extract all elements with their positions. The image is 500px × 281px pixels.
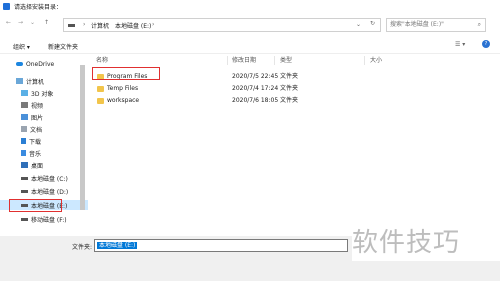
window-title: 请选择安装目录：: [14, 4, 63, 11]
drive-icon: [21, 189, 28, 193]
folder-name-value: 本地磁盘 (E:): [97, 242, 138, 249]
column-header-date[interactable]: 修改日期: [232, 55, 256, 66]
drive-icon: [68, 24, 75, 27]
command-toolbar: 组织 ▾ 新建文件夹 ☰ ▾ ?: [0, 37, 500, 54]
sidebar-item-label: 图片: [31, 114, 44, 122]
sidebar-item-computer[interactable]: 计算机: [0, 76, 88, 86]
file-type: 文件夹: [280, 73, 299, 80]
column-header-type[interactable]: 类型: [280, 55, 292, 66]
sidebar-item-label: 3D 对象: [31, 90, 54, 98]
recent-chevron-icon[interactable]: ⌄: [30, 19, 35, 26]
folder-picker-dialog: 请选择安装目录： ← → ⌄ ↑ › 计算机 › 本地磁盘 (E:) › ⌄ ↻…: [0, 0, 500, 281]
file-name-cell: workspace: [97, 95, 139, 106]
table-row[interactable]: Temp Files 2020/7/4 17:24 文件夹: [88, 83, 488, 94]
breadcrumb-separator: ›: [83, 21, 86, 28]
new-folder-button[interactable]: 新建文件夹: [48, 42, 78, 51]
sidebar-item-label: 下载: [29, 138, 42, 146]
cube-icon: [21, 90, 28, 96]
address-field[interactable]: › 计算机 › 本地磁盘 (E:) › ⌄ ↻: [63, 18, 381, 32]
document-icon: [21, 126, 27, 132]
refresh-icon[interactable]: ↻: [370, 20, 375, 27]
sidebar-item-label: 本地磁盘 (D:): [31, 188, 69, 196]
drive-icon: [21, 217, 28, 221]
file-date: 2020/7/5 22:45: [232, 73, 279, 80]
sidebar-item-documents[interactable]: 文档: [0, 124, 88, 134]
folder-icon: [97, 85, 104, 92]
table-row[interactable]: workspace 2020/7/6 18:05 文件夹: [88, 95, 488, 106]
folder-name-input[interactable]: 本地磁盘 (E:): [94, 239, 348, 252]
video-icon: [21, 102, 28, 108]
program-files-highlight: [92, 67, 160, 80]
sidebar-item-label: 视频: [31, 102, 44, 110]
sidebar-item-label: 计算机: [26, 78, 45, 86]
sidebar-item-label: 桌面: [31, 162, 44, 170]
sidebar-item-music[interactable]: 音乐: [0, 148, 88, 158]
sidebar-item-onedrive[interactable]: OneDrive: [0, 59, 88, 69]
breadcrumb-separator: ›: [152, 21, 155, 28]
file-list: 名称 修改日期 类型 大小 Program Files 2020/7/5 22:…: [88, 55, 488, 236]
forward-arrow-icon[interactable]: →: [18, 19, 23, 26]
download-icon: [21, 138, 26, 144]
filename-label: 文件夹:: [72, 244, 93, 251]
picture-icon: [21, 114, 28, 120]
folder-icon: [97, 97, 104, 104]
sidebar-item-downloads[interactable]: 下载: [0, 136, 88, 146]
sidebar-item-label: 文档: [30, 126, 43, 134]
sidebar-item-pictures[interactable]: 图片: [0, 112, 88, 122]
sidebar-item-label: 本地磁盘 (C:): [31, 175, 68, 183]
desktop-icon: [21, 162, 28, 168]
cloud-icon: [16, 62, 23, 66]
watermark-text: 软件技巧: [352, 226, 500, 261]
sidebar-item-label: 移动磁盘 (F:): [31, 216, 67, 224]
file-name: Temp Files: [107, 85, 139, 92]
view-options-icon[interactable]: ☰ ▾: [455, 41, 465, 48]
sidebar-item-label: 音乐: [29, 150, 42, 158]
help-icon[interactable]: ?: [482, 40, 490, 48]
breadcrumb-drive-e[interactable]: 本地磁盘 (E:): [115, 21, 151, 30]
file-name-cell: Temp Files: [97, 83, 138, 94]
search-icon: ⌕: [477, 21, 481, 28]
column-divider: [364, 56, 365, 65]
music-icon: [21, 150, 26, 156]
address-dropdown-icon[interactable]: ⌄: [356, 21, 361, 28]
sidebar-item-videos[interactable]: 视频: [0, 100, 88, 110]
sidebar-item-drive-c[interactable]: 本地磁盘 (C:): [0, 173, 88, 183]
file-date: 2020/7/6 18:05: [232, 97, 279, 104]
sidebar-drive-e-highlight: [9, 199, 62, 212]
back-arrow-icon[interactable]: ←: [6, 19, 11, 26]
sidebar-item-3d-objects[interactable]: 3D 对象: [0, 88, 88, 98]
file-date: 2020/7/4 17:24: [232, 85, 279, 92]
search-placeholder: 搜索"本地磁盘 (E:)": [390, 21, 444, 28]
app-icon: [3, 3, 10, 10]
sidebar-item-drive-f[interactable]: 移动磁盘 (F:): [0, 214, 88, 224]
file-type: 文件夹: [280, 85, 299, 92]
up-arrow-icon[interactable]: ↑: [44, 19, 49, 26]
search-input[interactable]: 搜索"本地磁盘 (E:)" ⌕: [386, 18, 486, 32]
column-divider: [227, 56, 228, 65]
breadcrumb-separator: ›: [107, 21, 110, 28]
sidebar-scrollbar[interactable]: [80, 65, 85, 210]
drive-icon: [21, 176, 28, 180]
sidebar-item-drive-d[interactable]: 本地磁盘 (D:): [0, 186, 88, 196]
file-type: 文件夹: [280, 97, 299, 104]
sidebar-item-desktop[interactable]: 桌面: [0, 160, 88, 170]
sidebar-item-label: OneDrive: [26, 60, 55, 68]
title-bar: 请选择安装目录：: [0, 0, 500, 13]
address-bar-row: ← → ⌄ ↑ › 计算机 › 本地磁盘 (E:) › ⌄ ↻ 搜索"本地磁盘 …: [0, 13, 500, 37]
column-header-size[interactable]: 大小: [370, 55, 382, 66]
organize-button[interactable]: 组织 ▾: [13, 42, 30, 51]
column-divider: [274, 56, 275, 65]
file-name: workspace: [107, 97, 140, 104]
computer-icon: [16, 78, 23, 84]
column-header-name[interactable]: 名称: [96, 55, 108, 66]
